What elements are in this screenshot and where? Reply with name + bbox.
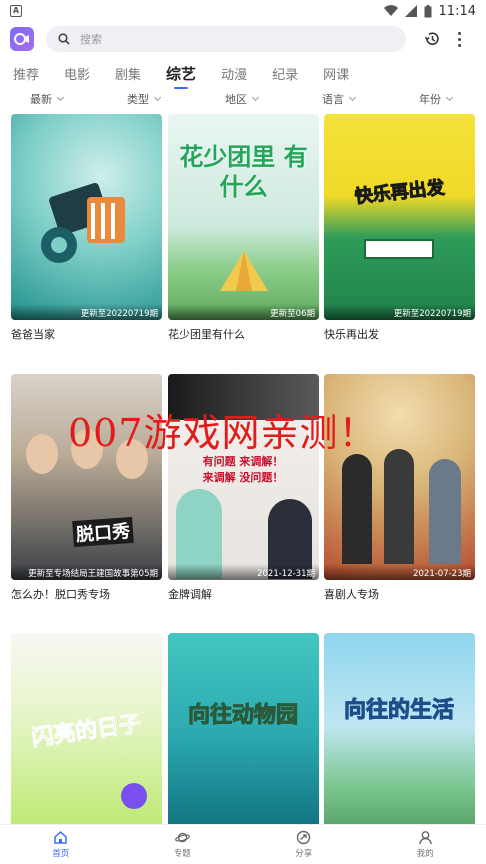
- show-title: 快乐再出发: [324, 328, 379, 341]
- search-input[interactable]: 搜索: [46, 26, 406, 52]
- filter-language-label: 语言: [322, 93, 344, 106]
- performer-photo: [384, 449, 414, 564]
- filter-type-label: 类型: [127, 93, 149, 106]
- show-card[interactable]: 更新至20220719期 爸爸当家: [11, 114, 162, 342]
- update-badge: 更新至06期: [168, 304, 319, 320]
- sponsor-logo: [364, 239, 434, 259]
- planet-icon: [174, 832, 190, 843]
- poster-title-text: 向往动物园: [188, 703, 299, 729]
- update-badge: 2021-12-31期: [168, 564, 319, 580]
- show-title: 怎么办！脱口秀专场: [11, 588, 110, 601]
- tab-variety[interactable]: 综艺: [166, 63, 196, 89]
- nav-profile-label: 我的: [416, 849, 434, 859]
- filter-latest-label: 最新: [30, 93, 52, 106]
- category-tabs: 推荐 电影 剧集 综艺 动漫 纪录 网课: [0, 60, 374, 89]
- home-icon: [54, 830, 67, 844]
- filter-bar: 最新 类型 地区 语言 年份: [0, 91, 486, 109]
- bottom-nav: 首页 专题 分享 我的: [0, 824, 486, 864]
- history-icon: [424, 32, 439, 45]
- tab-courses[interactable]: 网课: [323, 64, 349, 83]
- chevron-down-icon: [445, 93, 454, 102]
- show-title: 花少团里有什么: [168, 328, 245, 341]
- tent-icon: [220, 251, 268, 291]
- show-card[interactable]: 向往的生活: [324, 633, 475, 839]
- show-card[interactable]: 花少团里 有什么 更新至06期 花少团里有什么: [168, 114, 319, 342]
- poster-image: 向往动物园: [168, 633, 319, 839]
- share-icon: [297, 830, 311, 845]
- wifi-icon: [383, 5, 398, 17]
- search-placeholder: 搜索: [80, 33, 102, 46]
- show-title: 金牌调解: [168, 588, 212, 601]
- update-badge: 更新至专场结局王建国故事第05期: [11, 564, 162, 580]
- status-bar: A 11:14: [0, 0, 486, 22]
- poster-title-text: 向往的生活: [344, 698, 455, 724]
- battery-icon: [424, 4, 432, 17]
- poster-image: 更新至20220719期: [11, 114, 162, 320]
- chevron-down-icon: [251, 93, 260, 102]
- poster-image: 花少团里 有什么 更新至06期: [168, 114, 319, 320]
- poster-title-text: 脱口秀: [72, 516, 134, 548]
- nav-share[interactable]: 分享: [274, 830, 334, 859]
- nav-topics-label: 专题: [173, 849, 191, 859]
- person-photo: [26, 434, 58, 474]
- nav-home-label: 首页: [52, 849, 70, 859]
- performer-photo: [429, 459, 461, 564]
- show-card[interactable]: 快乐再出发 更新至20220719期 快乐再出发: [324, 114, 475, 342]
- filter-type[interactable]: 类型: [127, 91, 162, 107]
- chevron-down-icon: [153, 93, 162, 102]
- poster-title-text: 闪亮的日子: [30, 711, 143, 752]
- tab-movies[interactable]: 电影: [64, 64, 90, 83]
- user-icon: [419, 831, 432, 845]
- tab-documentary[interactable]: 纪录: [272, 64, 298, 83]
- filter-region-label: 地区: [225, 93, 247, 106]
- nav-topics[interactable]: 专题: [152, 830, 212, 859]
- update-badge: 更新至20220719期: [324, 304, 475, 320]
- tab-recommend[interactable]: 推荐: [13, 64, 39, 83]
- tab-anime[interactable]: 动漫: [221, 64, 247, 83]
- chevron-down-icon: [348, 93, 357, 102]
- filter-region[interactable]: 地区: [225, 91, 260, 107]
- nav-share-label: 分享: [295, 849, 313, 859]
- clock: 11:14: [438, 3, 476, 19]
- nav-home[interactable]: 首页: [31, 830, 91, 859]
- filter-latest[interactable]: 最新: [30, 91, 65, 107]
- chevron-down-icon: [56, 93, 65, 102]
- more-menu-icon[interactable]: [458, 31, 461, 47]
- history-button[interactable]: [424, 31, 440, 47]
- poster-image: 闪亮的日子: [11, 633, 162, 839]
- performer-photo: [342, 454, 372, 564]
- filter-year-label: 年份: [419, 93, 441, 106]
- app-logo[interactable]: [10, 27, 34, 51]
- signal-icon: [404, 5, 417, 17]
- film-reel-icon: [41, 182, 125, 263]
- filter-year[interactable]: 年份: [419, 91, 454, 107]
- show-card[interactable]: 向往动物园: [168, 633, 319, 839]
- watermark-text: 007游戏网亲测！: [68, 411, 378, 455]
- poster-title-text: 快乐再出发: [353, 177, 446, 208]
- update-badge: 更新至20220719期: [11, 304, 162, 320]
- poster-image: 快乐再出发 更新至20220719期: [324, 114, 475, 320]
- poster-image: 向往的生活: [324, 633, 475, 839]
- show-card[interactable]: 闪亮的日子: [11, 633, 162, 839]
- logo-icon: [14, 33, 29, 45]
- tab-series[interactable]: 剧集: [115, 64, 141, 83]
- search-icon: [58, 33, 70, 45]
- filter-language[interactable]: 语言: [322, 91, 357, 107]
- decorative-circle: [121, 783, 147, 809]
- show-title: 爸爸当家: [11, 328, 55, 341]
- update-badge: 2021-07-23期: [324, 564, 475, 580]
- poster-title-text: 有问题 来调解！ 来调解 没问题！: [202, 455, 284, 484]
- nav-profile[interactable]: 我的: [395, 830, 455, 859]
- show-title: 喜剧人专场: [324, 588, 379, 601]
- top-bar: 搜索: [0, 22, 486, 56]
- notification-icon: A: [10, 5, 22, 17]
- poster-title-text: 花少团里 有什么: [179, 143, 308, 201]
